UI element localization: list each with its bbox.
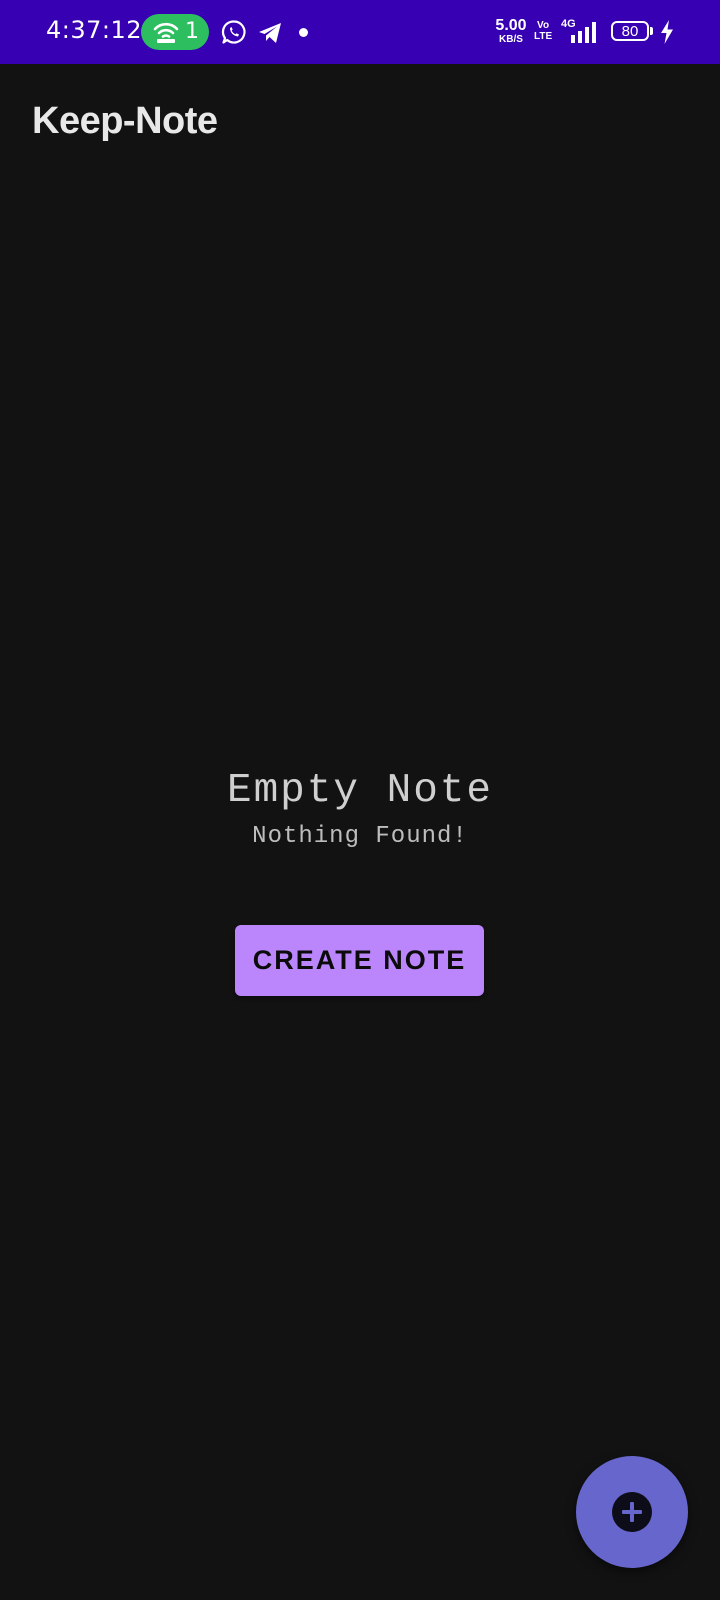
- app-title: Keep-Note: [32, 100, 218, 142]
- whatsapp-icon: [221, 20, 246, 44]
- notification-dot-icon: [299, 28, 308, 37]
- network-speed-unit: KB/S: [499, 34, 523, 45]
- status-bar: 4:37:12 1 5.00 KB/S Vo LTE 4G 80: [0, 0, 720, 64]
- hotspot-icon: [153, 22, 179, 43]
- charging-icon: [661, 20, 673, 44]
- hotspot-count: 1: [185, 19, 199, 44]
- volte-indicator: Vo LTE: [534, 20, 552, 42]
- create-note-button[interactable]: CREATE NOTE: [235, 925, 484, 996]
- signal-icon: [571, 22, 596, 43]
- network-speed: 5.00 KB/S: [493, 18, 529, 45]
- add-icon: [612, 1492, 652, 1532]
- network-speed-value: 5.00: [495, 17, 527, 34]
- empty-state-subtitle: Nothing Found!: [252, 823, 468, 850]
- telegram-icon: [259, 23, 281, 43]
- volte-bottom: LTE: [534, 31, 553, 42]
- status-time: 4:37:12: [46, 16, 143, 44]
- hotspot-indicator[interactable]: 1: [141, 14, 209, 50]
- battery-level: 80: [621, 23, 639, 40]
- add-note-fab[interactable]: [576, 1456, 688, 1568]
- empty-state-title: Empty Note: [226, 768, 494, 814]
- volte-top: Vo: [537, 20, 550, 31]
- battery-icon: 80: [611, 21, 653, 41]
